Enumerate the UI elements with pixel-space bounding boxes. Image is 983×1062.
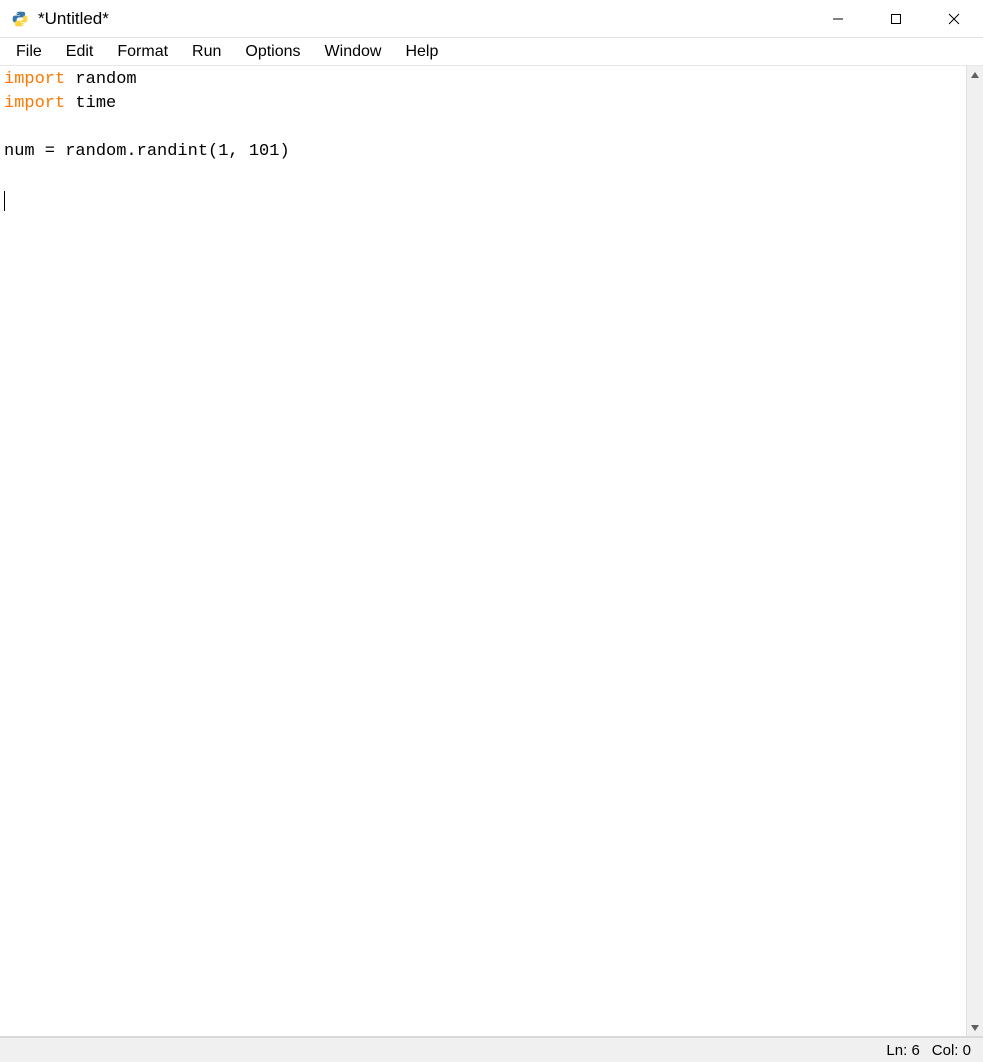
menu-edit[interactable]: Edit — [54, 41, 106, 63]
window-title: *Untitled* — [38, 9, 809, 29]
menu-run[interactable]: Run — [180, 41, 233, 63]
status-col-value: 0 — [963, 1042, 971, 1059]
python-app-icon — [10, 9, 30, 29]
code-line — [4, 188, 962, 212]
vertical-scrollbar[interactable] — [966, 66, 983, 1036]
menu-help[interactable]: Help — [393, 41, 450, 63]
status-col: Col: 0 — [926, 1042, 977, 1059]
close-button[interactable] — [925, 0, 983, 37]
status-bar: Ln: 6 Col: 0 — [0, 1036, 983, 1062]
code-line — [4, 164, 962, 188]
code-line — [4, 116, 962, 140]
menu-window[interactable]: Window — [313, 41, 394, 63]
code-editor[interactable]: import randomimport time num = random.ra… — [0, 66, 966, 1036]
token-keyword: import — [4, 70, 65, 89]
code-line: import time — [4, 92, 962, 116]
menu-options[interactable]: Options — [233, 41, 312, 63]
scroll-down-arrow[interactable] — [967, 1019, 983, 1036]
code-line: import random — [4, 68, 962, 92]
status-col-label: Col: — [932, 1042, 959, 1059]
status-ln-label: Ln: — [886, 1042, 907, 1059]
menu-bar: File Edit Format Run Options Window Help — [0, 38, 983, 66]
token-text: time — [65, 94, 116, 113]
status-line: Ln: 6 — [880, 1042, 925, 1059]
title-bar: *Untitled* — [0, 0, 983, 38]
status-ln-value: 6 — [911, 1042, 919, 1059]
maximize-button[interactable] — [867, 0, 925, 37]
text-cursor — [4, 191, 5, 211]
window-controls — [809, 0, 983, 37]
token-text: random — [65, 70, 136, 89]
menu-format[interactable]: Format — [105, 41, 180, 63]
menu-file[interactable]: File — [4, 41, 54, 63]
minimize-button[interactable] — [809, 0, 867, 37]
token-text: num = random.randint(1, 101) — [4, 142, 290, 161]
editor-container: import randomimport time num = random.ra… — [0, 66, 983, 1036]
code-line: num = random.randint(1, 101) — [4, 140, 962, 164]
token-keyword: import — [4, 94, 65, 113]
scroll-up-arrow[interactable] — [967, 66, 983, 83]
